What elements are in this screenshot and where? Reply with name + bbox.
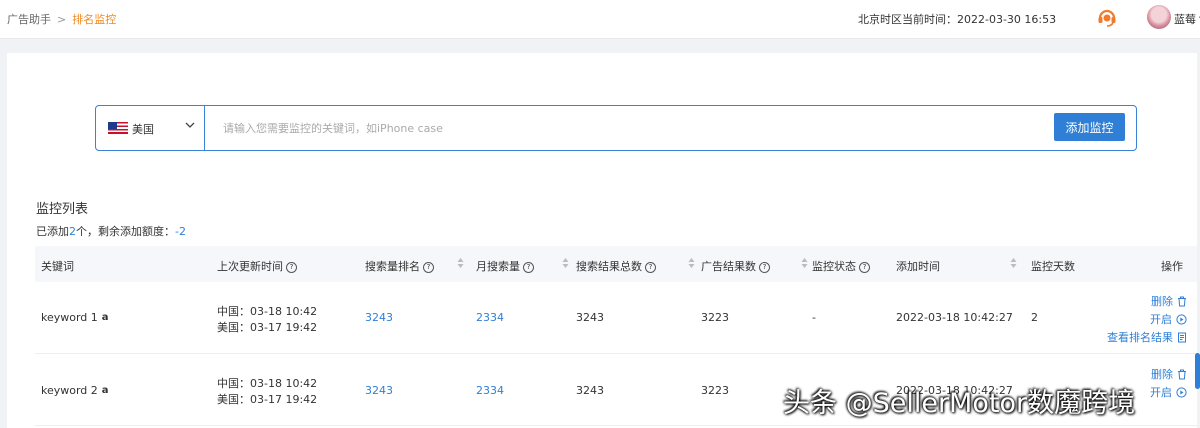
add-monitor-button[interactable]: 添加监控 bbox=[1054, 113, 1125, 141]
col-monthly-search-label: 月搜索量 bbox=[476, 260, 520, 273]
delete-button[interactable]: 删除 bbox=[1151, 293, 1187, 309]
ad-results: 3223 bbox=[701, 384, 729, 397]
help-icon[interactable]: ? bbox=[859, 262, 870, 273]
start-label: 开启 bbox=[1150, 313, 1172, 326]
view-rank-results-button[interactable]: 查看排名结果 bbox=[1107, 329, 1187, 345]
col-ad-results-label: 广告结果数 bbox=[701, 260, 756, 273]
help-icon[interactable]: ? bbox=[286, 262, 297, 273]
sort-icon[interactable] bbox=[801, 257, 808, 269]
added-time: 2022-03-18 10:42:27 bbox=[896, 311, 1013, 324]
scrollbar[interactable] bbox=[1195, 353, 1200, 389]
help-icon[interactable]: ? bbox=[645, 262, 656, 273]
chevron-down-icon bbox=[185, 122, 195, 128]
search-rank-link[interactable]: 3243 bbox=[365, 311, 393, 324]
keyword-text: keyword 1 bbox=[41, 311, 98, 324]
us-flag-icon bbox=[108, 122, 128, 134]
col-monitor-status: 监控状态? bbox=[812, 258, 870, 274]
sort-icon[interactable] bbox=[562, 257, 569, 269]
keyword-cell: keyword 1a bbox=[41, 311, 109, 324]
update-us: 美国：03-17 19:42 bbox=[217, 321, 318, 334]
trash-icon bbox=[1178, 369, 1186, 380]
time-value: 2022-03-30 16:53 bbox=[957, 13, 1057, 26]
sort-icon[interactable] bbox=[1010, 257, 1017, 269]
breadcrumb-separator: > bbox=[57, 13, 67, 26]
start-label: 开启 bbox=[1150, 386, 1172, 399]
col-actions: 操作 bbox=[1161, 260, 1183, 273]
current-time: 北京时区当前时间：2022-03-30 16:53 bbox=[858, 11, 1056, 27]
update-cn: 中国：03-18 10:42 bbox=[217, 377, 318, 390]
monthly-search-link[interactable]: 2334 bbox=[476, 311, 504, 324]
quota-remaining: -2 bbox=[175, 225, 186, 238]
monitor-status: - bbox=[812, 311, 816, 324]
col-added-time: 添加时间 bbox=[896, 260, 940, 273]
update-us: 美国：03-17 19:42 bbox=[217, 393, 318, 406]
col-search-rank: 搜索量排名? bbox=[365, 258, 434, 274]
search-rank-link[interactable]: 3243 bbox=[365, 384, 393, 397]
play-circle-icon bbox=[1176, 314, 1187, 325]
user-name[interactable]: 蓝莓丶 bbox=[1174, 11, 1200, 27]
quota-info: 已添加2个，剩余添加额度：-2 bbox=[36, 223, 186, 239]
play-circle-icon bbox=[1176, 387, 1187, 398]
keyword-input[interactable] bbox=[221, 116, 1025, 140]
headset-icon[interactable] bbox=[1096, 6, 1118, 28]
col-monthly-search: 月搜索量? bbox=[476, 258, 534, 274]
keyword-cell: keyword 2a bbox=[41, 384, 109, 397]
trash-icon bbox=[1178, 296, 1186, 307]
keyword-text: keyword 2 bbox=[41, 384, 98, 397]
col-search-rank-label: 搜索量排名 bbox=[365, 260, 420, 273]
start-button[interactable]: 开启 bbox=[1150, 311, 1187, 327]
amazon-icon: a bbox=[101, 312, 109, 323]
help-icon[interactable]: ? bbox=[423, 262, 434, 273]
breadcrumb-item-ad-assistant[interactable]: 广告助手 bbox=[7, 13, 51, 26]
col-monitor-status-label: 监控状态 bbox=[812, 260, 856, 273]
help-icon[interactable]: ? bbox=[523, 262, 534, 273]
ad-results: 3223 bbox=[701, 311, 729, 324]
country-name: 美国 bbox=[132, 123, 154, 136]
time-label: 北京时区当前时间： bbox=[858, 13, 957, 26]
monitor-days: 2 bbox=[1031, 311, 1038, 324]
document-icon bbox=[1178, 332, 1186, 343]
total-results: 3243 bbox=[576, 311, 604, 324]
monthly-search-link[interactable]: 2334 bbox=[476, 384, 504, 397]
breadcrumb: 广告助手 > 排名监控 bbox=[7, 11, 116, 27]
delete-button[interactable]: 删除 bbox=[1151, 366, 1187, 382]
col-keyword: 关键词 bbox=[41, 260, 74, 273]
table-row: keyword 1a 中国：03-18 10:42 美国：03-17 19:42… bbox=[35, 282, 1197, 354]
sort-icon[interactable] bbox=[688, 257, 695, 269]
list-title: 监控列表 bbox=[36, 202, 89, 217]
col-ad-results: 广告结果数? bbox=[701, 258, 770, 274]
total-results: 3243 bbox=[576, 384, 604, 397]
delete-label: 删除 bbox=[1151, 295, 1173, 308]
col-total-results: 搜索结果总数? bbox=[576, 258, 656, 274]
view-rank-results-label: 查看排名结果 bbox=[1107, 331, 1173, 344]
watermark: 头条 @SellerMotor数魔跨境 bbox=[783, 388, 1136, 419]
amazon-icon: a bbox=[101, 385, 109, 396]
main-card: 美国 添加监控 监控列表 已添加2个，剩余添加额度：-2 关键词 上次更新时间?… bbox=[7, 53, 1197, 428]
help-icon[interactable]: ? bbox=[759, 262, 770, 273]
quota-prefix: 已添加 bbox=[36, 225, 69, 238]
quota-count: 2 bbox=[69, 225, 76, 238]
col-monitor-days: 监控天数 bbox=[1031, 260, 1075, 273]
col-last-update: 上次更新时间? bbox=[217, 258, 297, 274]
top-bar: 广告助手 > 排名监控 北京时区当前时间：2022-03-30 16:53 蓝莓丶 bbox=[0, 0, 1200, 39]
table-header: 关键词 上次更新时间? 搜索量排名? 月搜索量? 搜索结果总数? 广告结果数? … bbox=[35, 246, 1197, 282]
delete-label: 删除 bbox=[1151, 368, 1173, 381]
update-cn: 中国：03-18 10:42 bbox=[217, 305, 318, 318]
search-bar: 美国 添加监控 bbox=[95, 105, 1137, 151]
col-total-results-label: 搜索结果总数 bbox=[576, 260, 642, 273]
start-button[interactable]: 开启 bbox=[1150, 384, 1187, 400]
quota-mid: 个，剩余添加额度： bbox=[76, 225, 175, 238]
avatar[interactable] bbox=[1147, 5, 1171, 29]
country-select[interactable]: 美国 bbox=[96, 106, 205, 150]
sort-icon[interactable] bbox=[457, 257, 464, 269]
col-last-update-label: 上次更新时间 bbox=[217, 260, 283, 273]
breadcrumb-item-rank-monitor: 排名监控 bbox=[72, 13, 117, 26]
